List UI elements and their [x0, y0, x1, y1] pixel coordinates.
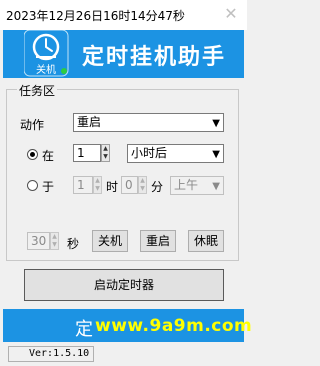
seconds-unit-label: 秒	[67, 237, 80, 251]
watermark: www.9a9m.com	[95, 316, 253, 336]
action-select-value: 重启	[77, 115, 102, 129]
after-unit-select[interactable]: 小时后 ▼	[127, 144, 224, 163]
at-hour-spinner[interactable]: ▲ ▼	[93, 176, 102, 194]
period-value: 上午	[174, 178, 199, 192]
at-label: 于	[42, 180, 55, 194]
at-minute-input[interactable]: 0	[121, 176, 138, 194]
title-bar: 2023年12月26日16时14分47秒 ✕	[0, 0, 247, 30]
after-unit-value: 小时后	[131, 146, 168, 160]
app-title: 定时挂机助手	[82, 45, 227, 70]
sleep-button[interactable]: 休眠	[188, 230, 224, 252]
period-select[interactable]: 上午 ▼	[170, 176, 224, 195]
group-legend: 任务区	[17, 82, 58, 99]
chevron-down-icon: ▼	[212, 149, 220, 160]
start-timer-button[interactable]: 启动定时器	[24, 269, 224, 301]
action-label: 动作	[20, 118, 45, 132]
radio-at[interactable]	[27, 180, 38, 191]
seconds-input[interactable]: 30	[27, 232, 50, 250]
seconds-spinner[interactable]: ▲ ▼	[50, 232, 59, 250]
at-minute-spinner[interactable]: ▲ ▼	[138, 176, 147, 194]
close-button[interactable]: ✕	[220, 4, 242, 24]
radio-after[interactable]	[27, 149, 38, 160]
hour-unit-label: 时	[106, 180, 119, 194]
version-label: Ver:1.5.10	[8, 346, 94, 362]
at-hour-input[interactable]: 1	[73, 176, 93, 194]
chevron-down-icon: ▼	[212, 118, 220, 129]
after-label: 在	[42, 149, 55, 163]
task-groupbox: 任务区 动作 重启 ▼ 在 1 ▲ ▼ 小时后 ▼ 于 1 ▲ ▼ 时 0 ▲ ▼ 分…	[6, 82, 239, 261]
footer-text: 定	[75, 319, 93, 340]
clock-icon: 关机	[23, 29, 74, 78]
restart-button[interactable]: 重启	[140, 230, 176, 252]
shutdown-button[interactable]: 关机	[92, 230, 128, 252]
minute-unit-label: 分	[151, 180, 164, 194]
icon-label: 关机	[36, 65, 56, 76]
action-select[interactable]: 重启 ▼	[73, 113, 224, 132]
window-title: 2023年12月26日16时14分47秒	[6, 9, 185, 23]
after-amount-spinner[interactable]: ▲ ▼	[101, 144, 110, 162]
banner: 关机 定时挂机助手	[3, 29, 244, 78]
chevron-down-icon: ▼	[212, 181, 220, 192]
after-amount-input[interactable]: 1	[73, 144, 101, 162]
